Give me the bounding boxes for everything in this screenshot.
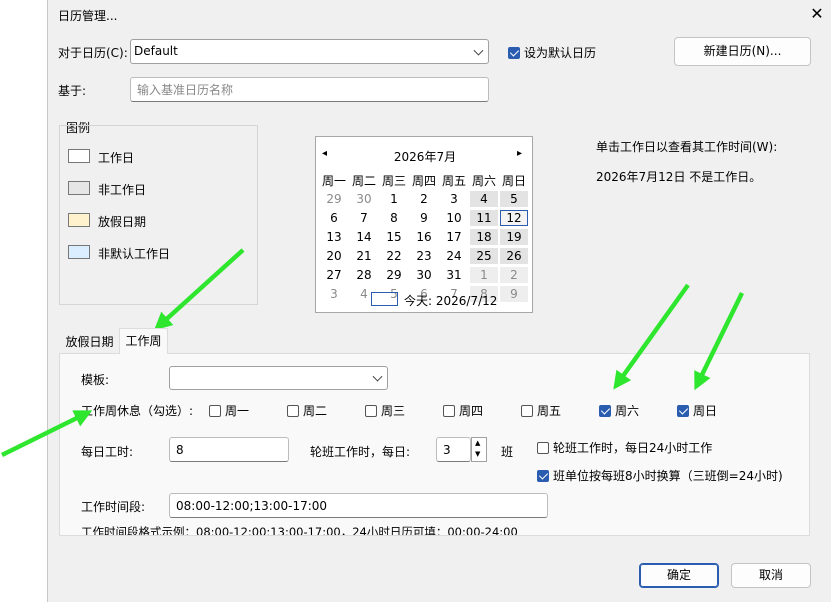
annotation-arrow <box>613 283 690 390</box>
annotation-overlay <box>1 248 745 458</box>
annotation-arrow <box>1 410 93 458</box>
tab-work-week[interactable]: 工作周 <box>119 328 168 354</box>
annotation-arrow <box>153 248 245 331</box>
annotation-arrow <box>694 292 745 391</box>
